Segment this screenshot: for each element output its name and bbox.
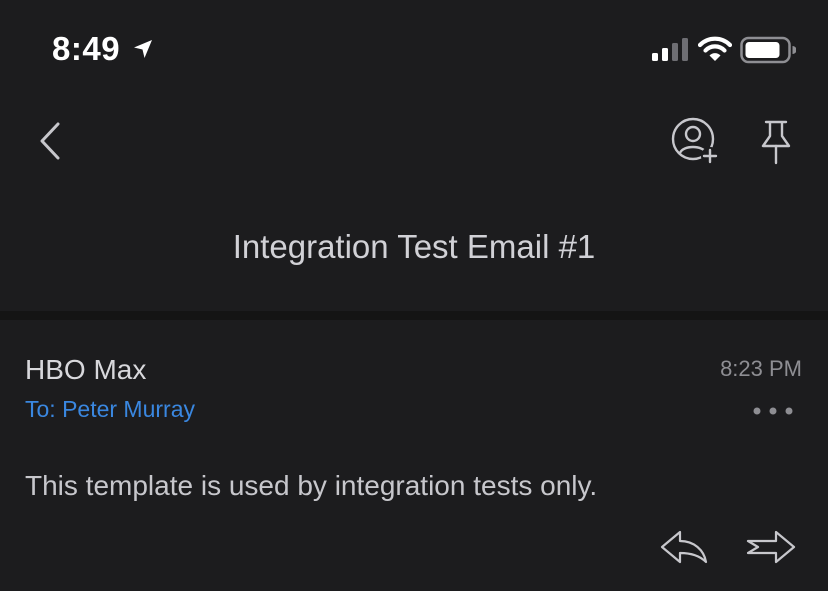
add-contact-icon xyxy=(671,117,719,165)
reply-button[interactable] xyxy=(658,526,710,568)
recipient-link[interactable]: To: Peter Murray xyxy=(25,396,195,423)
battery-icon xyxy=(740,36,796,64)
more-options-button[interactable] xyxy=(748,398,798,424)
forward-button[interactable] xyxy=(744,526,798,568)
forward-icon xyxy=(746,530,796,564)
more-icon xyxy=(753,407,793,415)
location-arrow-icon xyxy=(134,40,152,58)
pin-icon xyxy=(761,120,791,165)
divider xyxy=(0,311,828,320)
reply-icon xyxy=(660,530,708,564)
status-time: 8:49 xyxy=(52,30,121,67)
add-contact-button[interactable] xyxy=(668,114,722,168)
back-button[interactable] xyxy=(32,118,72,166)
message-timestamp: 8:23 PM xyxy=(720,356,802,381)
nav-bar xyxy=(0,100,828,190)
sender-name: HBO Max xyxy=(25,354,147,385)
chevron-left-icon xyxy=(40,122,60,160)
email-subject: Integration Test Email #1 xyxy=(232,228,596,265)
status-bar: 8:49 xyxy=(0,0,828,100)
pin-button[interactable] xyxy=(752,116,800,168)
message-body: This template is used by integration tes… xyxy=(25,470,598,501)
message-card: HBO Max To: Peter Murray 8:23 PM This te… xyxy=(0,320,828,591)
wifi-icon xyxy=(698,36,732,61)
cellular-signal-icon xyxy=(652,38,688,61)
